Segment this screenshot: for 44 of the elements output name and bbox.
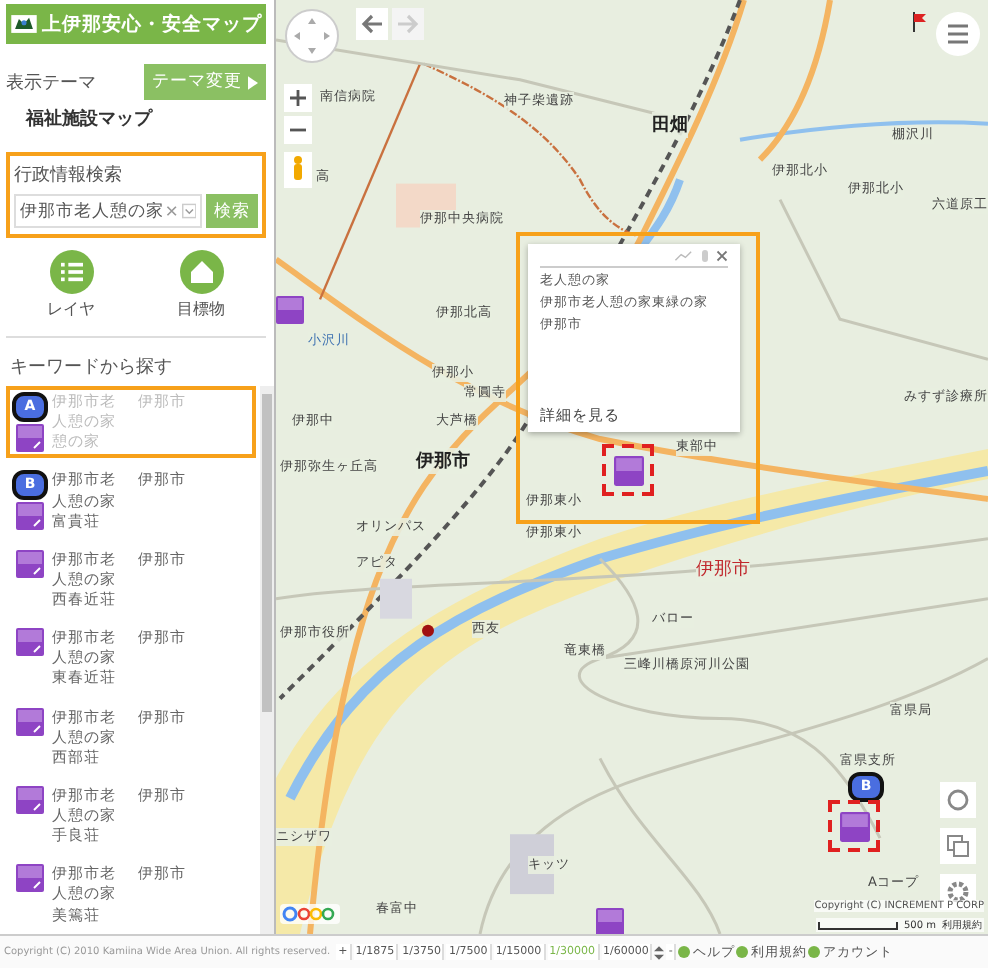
- facility-icon: [16, 549, 44, 578]
- selected-marker[interactable]: [602, 444, 654, 496]
- facility-marker-icon[interactable]: [276, 296, 304, 324]
- back-arrow-icon[interactable]: [356, 8, 388, 40]
- layers-icon[interactable]: [940, 828, 976, 864]
- map-label: 伊那市: [416, 448, 470, 474]
- facility-icon: [16, 502, 44, 531]
- clear-icon[interactable]: [166, 204, 178, 218]
- info-icon: [808, 946, 821, 958]
- tool-button[interactable]: 目標物: [177, 250, 225, 320]
- flag-icon: [912, 12, 928, 32]
- info-icon: [678, 946, 691, 958]
- tool-button[interactable]: レイヤ: [47, 250, 95, 320]
- scale-bar-icon: [817, 921, 898, 929]
- search-label: 行政情報検索: [14, 163, 124, 188]
- zoom-out-icon[interactable]: [284, 116, 312, 144]
- map-label: 伊那市: [696, 556, 750, 582]
- house-icon: [179, 250, 223, 294]
- facility-icon: [16, 864, 44, 893]
- menu-icon[interactable]: [936, 12, 980, 56]
- pan-control-icon[interactable]: [284, 8, 340, 64]
- search-field[interactable]: 伊那市老人憩の家: [14, 194, 202, 228]
- google-logo-icon: [280, 904, 340, 924]
- route-icon[interactable]: [674, 250, 694, 262]
- info-icon: [736, 946, 749, 958]
- scrollbar[interactable]: [260, 386, 274, 934]
- facility-icon: [16, 628, 44, 657]
- facility-icon: [16, 424, 44, 452]
- list-icon: [49, 250, 93, 294]
- map-label: 田畑: [652, 112, 688, 138]
- close-icon[interactable]: [716, 250, 728, 262]
- facility-marker-icon[interactable]: [596, 908, 624, 934]
- caret-icon: [248, 75, 258, 89]
- app-title: 上伊那安心・安全マップ: [42, 11, 262, 37]
- selected-marker[interactable]: [828, 800, 880, 852]
- locate-icon[interactable]: [940, 782, 976, 818]
- zoom-in-icon[interactable]: [284, 84, 312, 112]
- dropdown-icon[interactable]: [181, 202, 196, 220]
- building-block: [380, 578, 412, 619]
- theme-label: 表示テーマ: [6, 71, 96, 95]
- theme-name: 福祉施設マップ: [26, 106, 155, 132]
- facility-icon: [16, 785, 44, 814]
- keyword-heading: キーワードから探す: [10, 355, 174, 380]
- facility-icon: [16, 707, 44, 735]
